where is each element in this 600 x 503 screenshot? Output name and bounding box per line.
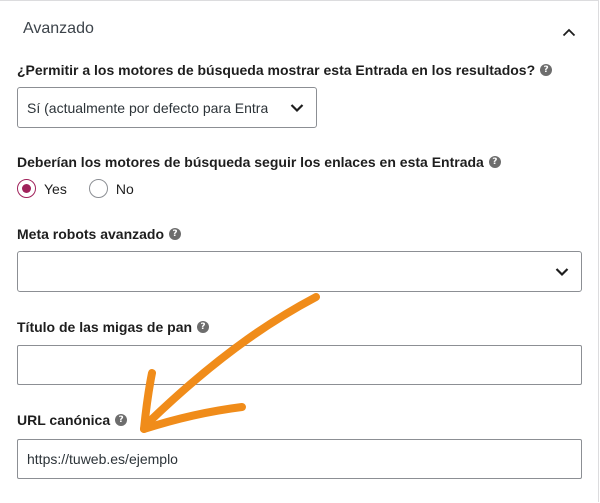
breadcrumb-title-label: Título de las migas de pan ? xyxy=(17,319,210,335)
chevron-up-icon xyxy=(562,28,576,36)
canonical-url-label-text: URL canónica xyxy=(17,412,111,428)
help-icon[interactable]: ? xyxy=(197,321,210,333)
collapse-button[interactable] xyxy=(556,19,582,45)
radio-no[interactable] xyxy=(88,179,108,198)
radio-yes[interactable] xyxy=(17,179,36,198)
advanced-panel: Avanzado ¿Permitir a los motores de búsq… xyxy=(0,0,599,502)
search-visibility-label-text: ¿Permitir a los motores de búsqueda most… xyxy=(17,62,536,78)
follow-links-radio-group: Yes No xyxy=(17,179,156,198)
search-visibility-selected-value: Sí (actualmente por defecto para Entra xyxy=(27,99,269,116)
meta-robots-select[interactable] xyxy=(17,251,582,292)
radio-no-label: No xyxy=(115,180,134,197)
radio-yes-label: Yes xyxy=(44,180,67,197)
help-icon[interactable]: ? xyxy=(488,156,501,168)
breadcrumb-title-label-text: Título de las migas de pan xyxy=(17,319,193,335)
meta-robots-label: Meta robots avanzado ? xyxy=(17,226,182,242)
help-icon[interactable]: ? xyxy=(115,414,128,426)
panel-header[interactable]: Avanzado xyxy=(0,1,598,59)
help-icon[interactable]: ? xyxy=(540,64,553,76)
breadcrumb-title-input[interactable] xyxy=(17,345,582,385)
chevron-down-icon xyxy=(290,103,304,112)
radio-dot xyxy=(22,184,31,193)
arrow-head-right xyxy=(140,403,246,433)
canonical-url-label: URL canónica ? xyxy=(17,412,128,428)
follow-links-label: Deberían los motores de búsqueda seguir … xyxy=(17,154,501,170)
search-visibility-select[interactable]: Sí (actualmente por defecto para Entra xyxy=(17,87,317,128)
panel-title: Avanzado xyxy=(23,20,94,37)
search-visibility-label: ¿Permitir a los motores de búsqueda most… xyxy=(17,62,553,78)
canonical-url-value: https://tuweb.es/ejemplo xyxy=(27,451,178,467)
chevron-down-icon xyxy=(555,267,569,276)
follow-links-label-text: Deberían los motores de búsqueda seguir … xyxy=(17,154,484,170)
help-icon[interactable]: ? xyxy=(169,228,182,240)
meta-robots-label-text: Meta robots avanzado xyxy=(17,226,165,242)
canonical-url-input[interactable]: https://tuweb.es/ejemplo xyxy=(17,439,582,479)
